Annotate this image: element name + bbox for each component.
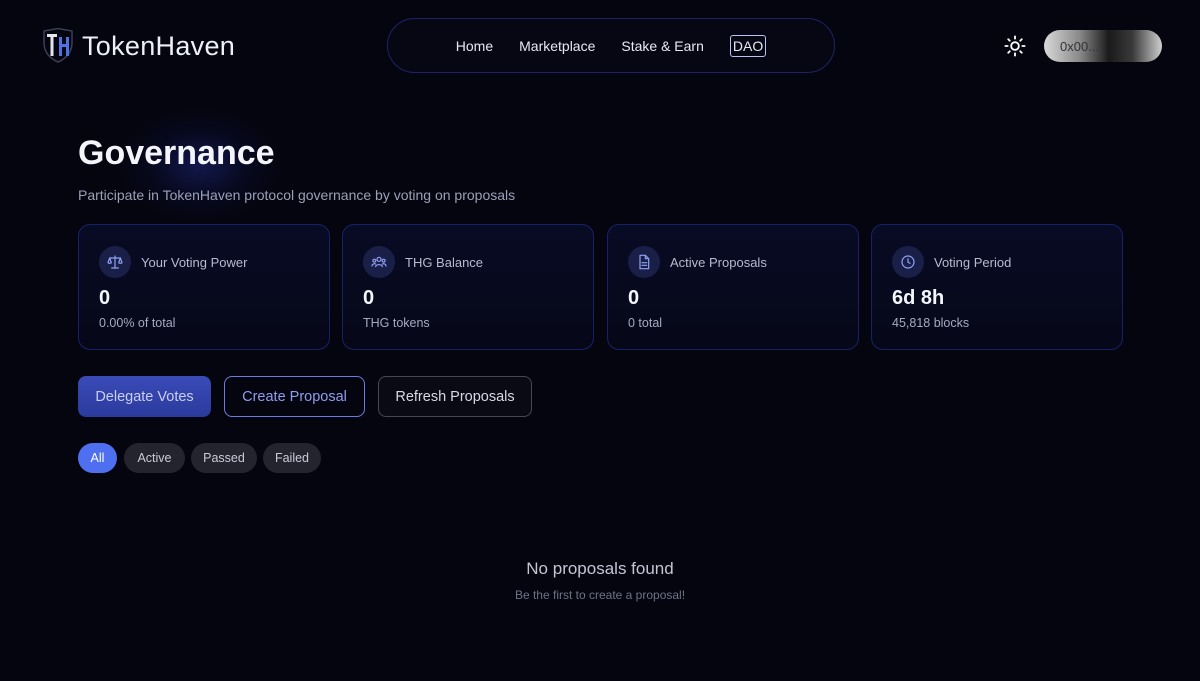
stat-card-thg-balance: THG Balance 0 THG tokens — [342, 224, 594, 350]
wallet-address: 0x00... — [1060, 38, 1100, 54]
page-subtitle: Participate in TokenHaven protocol gover… — [78, 187, 516, 203]
wallet-button[interactable]: 0x00... — [1044, 30, 1162, 62]
stat-note: THG tokens — [363, 316, 430, 330]
stat-card-voting-period: Voting Period 6d 8h 45,818 blocks — [871, 224, 1123, 350]
stat-card-active-proposals: Active Proposals 0 0 total — [607, 224, 859, 350]
empty-state-subtitle: Be the first to create a proposal! — [514, 588, 686, 602]
empty-state-title: No proposals found — [526, 559, 674, 578]
main-nav: Home Marketplace Stake & Earn DAO — [387, 18, 835, 73]
stat-value: 6d 8h — [892, 287, 945, 309]
stat-value: 0 — [628, 287, 640, 309]
brand-name: TokenHaven — [82, 30, 236, 61]
brand-logo[interactable]: TokenHaven — [42, 28, 235, 64]
stat-label: Voting Period — [934, 255, 1012, 270]
clock-icon — [892, 246, 924, 278]
stat-note: 0.00% of total — [99, 316, 176, 330]
filter-failed[interactable]: Failed — [263, 443, 321, 473]
stat-value: 0 — [99, 287, 111, 309]
users-icon — [363, 246, 395, 278]
nav-stake-earn[interactable]: Stake & Earn — [621, 38, 704, 54]
sun-icon[interactable] — [1004, 35, 1026, 57]
nav-dao[interactable]: DAO — [729, 34, 767, 57]
filter-all[interactable]: All — [78, 443, 117, 473]
stat-card-voting-power: Your Voting Power 0 0.00% of total — [78, 224, 330, 350]
stat-label: Active Proposals — [670, 255, 767, 270]
stat-note: 45,818 blocks — [892, 316, 970, 330]
stat-label: THG Balance — [405, 255, 484, 270]
filter-active[interactable]: Active — [124, 443, 185, 473]
stat-value: 0 — [363, 287, 375, 309]
nav-home[interactable]: Home — [456, 38, 493, 54]
stat-label: Your Voting Power — [141, 255, 248, 270]
nav-marketplace[interactable]: Marketplace — [519, 38, 595, 54]
page-title: Governance — [78, 134, 275, 172]
document-icon — [628, 246, 660, 278]
scale-icon — [99, 246, 131, 278]
refresh-proposals-button[interactable]: Refresh Proposals — [378, 376, 532, 417]
delegate-votes-button[interactable]: Delegate Votes — [78, 376, 211, 417]
stat-note: 0 total — [628, 316, 663, 330]
create-proposal-button[interactable]: Create Proposal — [224, 376, 365, 417]
filter-passed[interactable]: Passed — [191, 443, 257, 473]
shield-logo-icon — [43, 28, 73, 63]
